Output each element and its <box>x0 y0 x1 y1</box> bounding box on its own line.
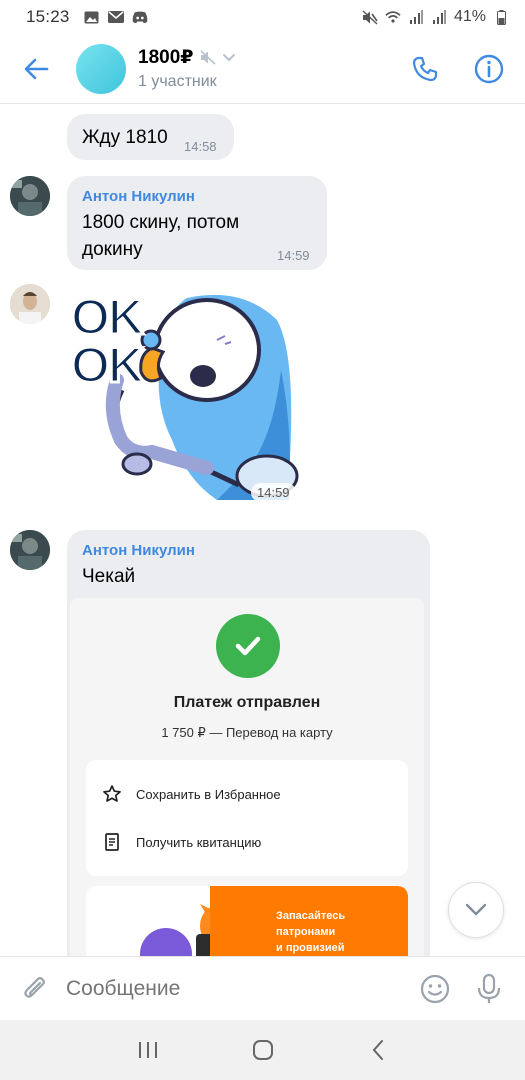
promo-banner[interactable]: Запасайтесь патронами и провизией <box>86 886 408 956</box>
message-input[interactable] <box>66 976 413 1001</box>
mute-icon <box>362 9 378 25</box>
chat-title: 1800₽ <box>138 47 194 68</box>
chat-title-block[interactable]: 1800₽ 1 участник <box>138 46 236 91</box>
get-receipt-label: Получить квитанцию <box>136 834 262 850</box>
payment-actions: Сохранить в Избранное Получить квитанцию <box>86 760 408 876</box>
avatar[interactable] <box>10 176 50 216</box>
chevron-left-icon <box>372 1040 383 1060</box>
microphone-icon <box>477 973 501 1003</box>
sender-name[interactable]: Антон Никулин <box>82 188 195 205</box>
sticker-text: OK <box>70 336 146 395</box>
save-to-favorites-button[interactable]: Сохранить в Избранное <box>102 784 281 804</box>
message-time: 14:58 <box>184 139 217 154</box>
get-receipt-button[interactable]: Получить квитанцию <box>102 832 261 852</box>
message-bubble[interactable]: Антон Никулин 1800 скину, потом докину 1… <box>67 176 327 270</box>
back-button[interactable] <box>6 39 66 99</box>
phone-icon <box>412 56 438 81</box>
save-to-favorites-label: Сохранить в Избранное <box>136 786 281 802</box>
battery-percent: 41% <box>453 8 486 25</box>
receipt-icon <box>105 833 119 851</box>
avatar[interactable] <box>10 284 50 324</box>
chat-avatar[interactable] <box>76 43 126 94</box>
message-text: докину <box>82 239 143 260</box>
smile-icon <box>420 974 450 1003</box>
status-time: 15:23 <box>26 7 70 26</box>
chat-header: 1800₽ 1 участник <box>0 34 525 104</box>
paperclip-icon <box>24 976 45 998</box>
back-nav-button[interactable] <box>353 1025 403 1075</box>
status-bar: 15:23 41% <box>0 0 525 34</box>
promo-text: патронами <box>276 926 336 938</box>
attach-button[interactable] <box>14 967 58 1011</box>
emoji-button[interactable] <box>413 967 457 1011</box>
battery-icon <box>493 9 509 25</box>
promo-text-block: Запасайтесь патронами и провизией <box>210 886 408 956</box>
message-time: 14:59 <box>251 483 296 502</box>
wifi-icon <box>385 10 401 24</box>
mail-icon <box>107 10 124 24</box>
chevron-down-icon <box>465 903 487 916</box>
home-icon <box>252 1040 273 1060</box>
promo-text: Запасайтесь <box>276 910 346 922</box>
home-button[interactable] <box>238 1025 288 1075</box>
recent-apps-icon <box>138 1042 157 1058</box>
mute-icon <box>199 50 216 65</box>
system-nav-bar <box>0 1020 525 1080</box>
message-time: 14:59 <box>277 248 310 263</box>
image-icon <box>84 10 100 24</box>
info-button[interactable] <box>467 47 511 91</box>
scroll-to-bottom-button[interactable] <box>448 882 504 938</box>
message-text: Жду 1810 <box>82 127 168 148</box>
discord-icon <box>132 10 148 24</box>
recent-apps-button[interactable] <box>123 1025 173 1075</box>
promo-text: и провизией <box>276 942 345 954</box>
signal-icon <box>431 10 447 24</box>
payment-title: Платеж отправлен <box>173 694 321 711</box>
message-composer <box>0 956 525 1020</box>
message-list[interactable]: Жду 1810 14:58 Антон Никулин 1800 скину,… <box>0 104 525 956</box>
avatar[interactable] <box>10 530 50 570</box>
signal-icon <box>408 10 424 24</box>
sender-name[interactable]: Антон Никулин <box>82 542 195 559</box>
star-icon <box>103 785 121 802</box>
call-button[interactable] <box>403 47 447 91</box>
check-icon <box>216 614 280 678</box>
chat-subtitle: 1 участник <box>138 73 217 90</box>
payment-subtitle: 1 750 ₽ — Перевод на карту <box>161 725 333 740</box>
payment-card[interactable]: Платеж отправлен 1 750 ₽ — Перевод на ка… <box>70 598 424 956</box>
arrow-left-icon <box>24 58 49 79</box>
message-bubble[interactable]: Жду 1810 14:58 <box>67 114 234 160</box>
message-text: Чекай <box>82 566 136 587</box>
message-text: 1800 скину, потом <box>82 212 240 233</box>
voice-message-button[interactable] <box>467 967 511 1011</box>
info-icon <box>474 54 504 83</box>
sticker[interactable]: OK OK 14:59 <box>67 280 307 512</box>
chevron-down-icon <box>222 53 235 61</box>
